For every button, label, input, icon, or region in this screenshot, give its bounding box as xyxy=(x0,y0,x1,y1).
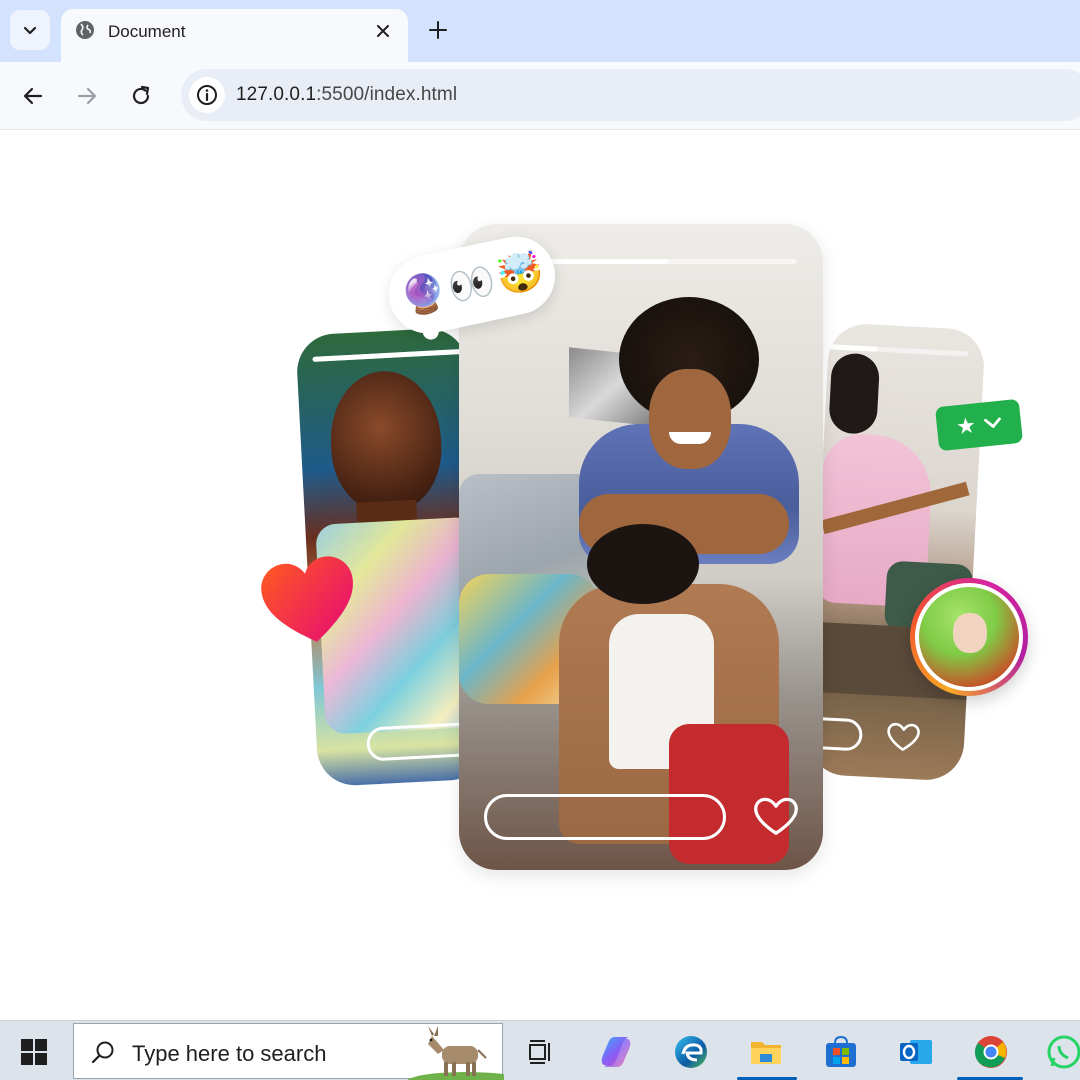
chrome-icon[interactable] xyxy=(972,1033,1010,1071)
center-story-card[interactable] xyxy=(459,224,823,870)
copilot-icon[interactable] xyxy=(597,1033,635,1071)
story-avatar[interactable] xyxy=(910,578,1028,696)
search-icon xyxy=(91,1041,114,1064)
page-viewport: 🔮 👀 🤯 ★ xyxy=(0,131,1080,1020)
globe-icon xyxy=(76,21,94,39)
site-info-button[interactable] xyxy=(189,77,225,113)
taskbar-search-box[interactable]: Type here to search xyxy=(73,1023,504,1080)
avatar-photo xyxy=(919,587,1019,687)
heart-outline-icon[interactable] xyxy=(886,722,922,754)
portrait-face xyxy=(327,368,445,514)
back-arrow-icon[interactable] xyxy=(19,82,47,110)
url-path: :5500/index.html xyxy=(316,84,458,105)
chevron-down-icon xyxy=(984,417,1001,428)
tab-search-button[interactable] xyxy=(10,10,50,50)
right-story-card[interactable] xyxy=(806,322,986,782)
story-progress-bar xyxy=(312,349,463,362)
edge-icon[interactable] xyxy=(672,1033,710,1071)
forward-arrow-icon[interactable] xyxy=(73,82,101,110)
address-bar[interactable]: 127.0.0.1:5500/index.html xyxy=(181,69,1080,121)
info-icon xyxy=(197,85,217,105)
windows-taskbar: Type here to search xyxy=(0,1020,1080,1080)
star-icon: ★ xyxy=(954,412,978,440)
gradient-heart-icon xyxy=(261,556,353,642)
donkey-illustration-icon xyxy=(407,1026,504,1080)
url-text[interactable]: 127.0.0.1:5500/index.html xyxy=(236,84,457,106)
tab-title: Document xyxy=(108,22,186,41)
tab-document[interactable]: Document xyxy=(61,9,408,62)
search-placeholder: Type here to search xyxy=(132,1041,327,1066)
heart-outline-icon[interactable] xyxy=(753,796,799,838)
file-explorer-icon[interactable] xyxy=(747,1033,785,1071)
browser-toolbar: 127.0.0.1:5500/index.html xyxy=(0,62,1080,130)
whatsapp-icon[interactable] xyxy=(1045,1033,1080,1071)
eyes-emoji: 👀 xyxy=(444,259,500,311)
microsoft-store-icon[interactable] xyxy=(822,1033,860,1071)
reply-input-pill[interactable] xyxy=(484,794,726,840)
exploding-head-emoji: 🤯 xyxy=(492,249,548,301)
task-view-icon[interactable] xyxy=(522,1033,560,1071)
chevron-down-icon xyxy=(23,26,37,35)
close-icon[interactable] xyxy=(373,21,393,41)
reload-icon[interactable] xyxy=(127,82,155,110)
url-host: 127.0.0.1 xyxy=(236,84,317,105)
smiling-face xyxy=(649,369,731,469)
new-tab-plus-icon[interactable] xyxy=(426,18,450,42)
crystal-ball-emoji: 🔮 xyxy=(396,269,452,321)
tab-strip: Document xyxy=(0,0,1080,62)
outlook-icon[interactable] xyxy=(897,1033,935,1071)
windows-start-icon[interactable] xyxy=(20,1038,48,1066)
rating-badge: ★ xyxy=(934,398,1024,452)
